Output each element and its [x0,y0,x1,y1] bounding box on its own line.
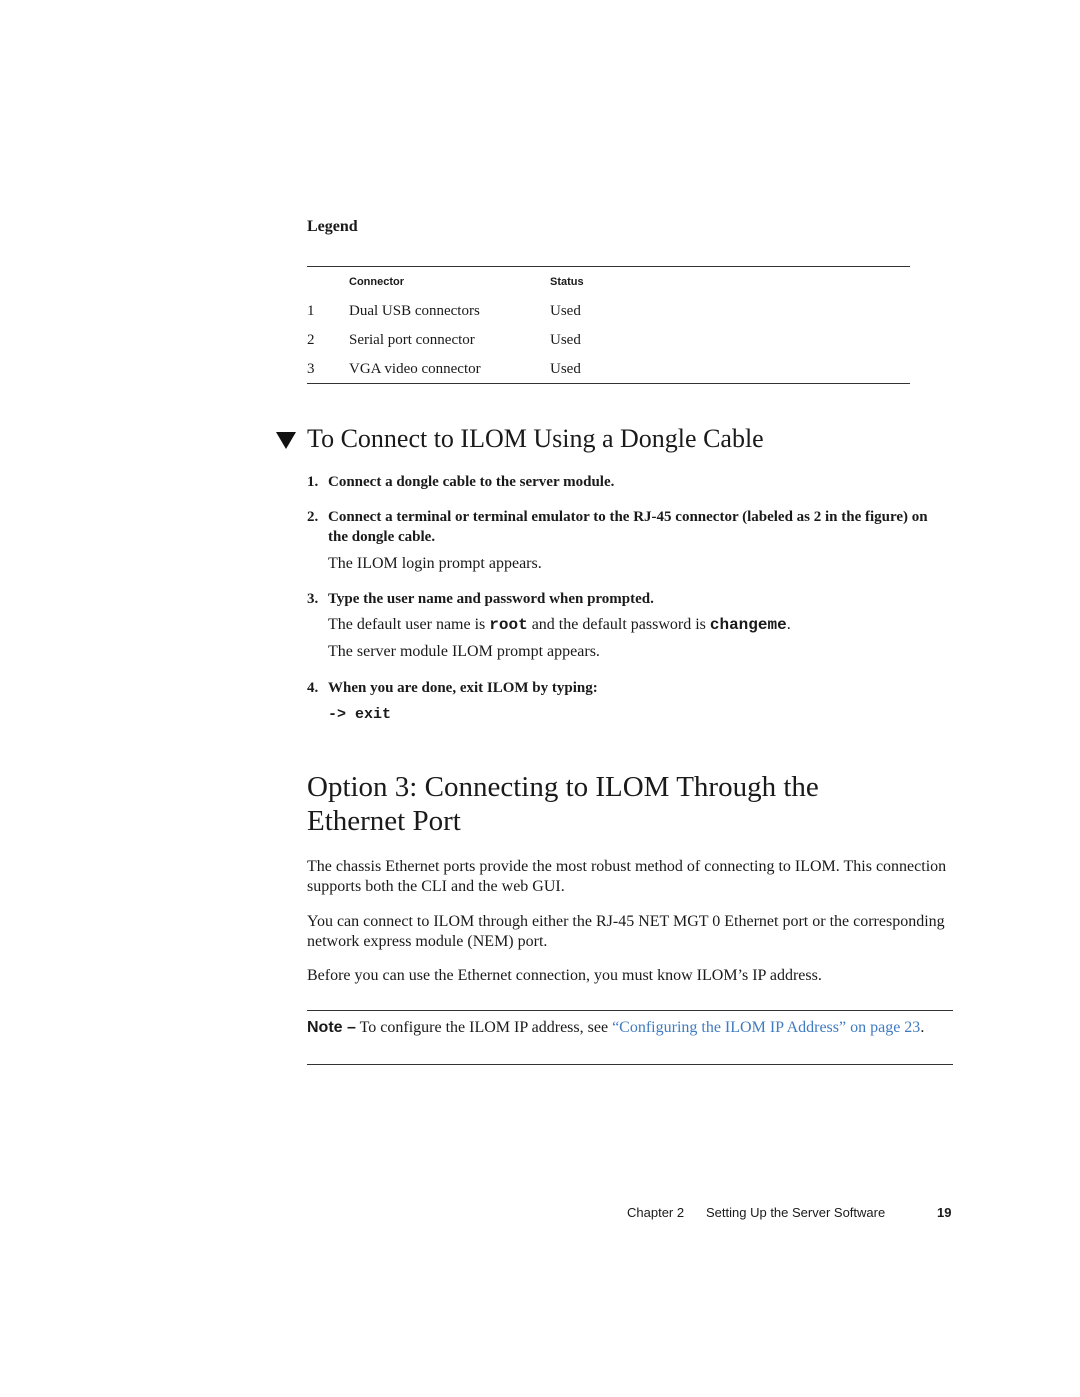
step-text: Connect a dongle cable to the server mod… [328,474,615,490]
step-1: 1. Connect a dongle cable to the server … [307,472,957,492]
column-header-connector: Connector [349,276,404,288]
note: Note – To configure the ILOM IP address,… [307,1017,957,1038]
triangle-down-icon [276,432,296,449]
step-number: 4. [307,680,319,696]
column-header-status: Status [550,276,584,288]
section-title: Option 3: Connecting to ILOM Through the… [307,770,987,838]
cross-reference-link[interactable]: “Configuring the ILOM IP Address” on pag… [612,1019,920,1036]
note-bottom-rule [307,1064,953,1065]
footer-chapter-title: Setting Up the Server Software [706,1205,886,1220]
section-title-line: Option 3: Connecting to ILOM Through the [307,771,819,803]
step-number: 2. [307,509,319,525]
step-number: 3. [307,591,319,607]
page-number: 19 [937,1205,952,1220]
default-username: root [489,616,528,634]
detail-text: . [786,616,791,633]
paragraph: Before you can use the Ethernet connecti… [307,967,822,984]
row-connector: Dual USB connectors [349,303,480,319]
note-label: Note – [307,1019,356,1036]
table-top-rule [307,266,910,267]
step-2-result: The ILOM login prompt appears. [328,555,542,572]
detail-text: The default user name is [328,616,490,633]
footer-chapter: Chapter 2 [627,1205,685,1220]
procedure-title: To Connect to ILOM Using a Dongle Cable [307,424,764,453]
row-number: 1 [307,303,315,319]
step-3: 3. Type the user name and password when … [307,589,957,609]
table-bottom-rule [307,383,910,384]
exit-command: -> exit [328,706,392,723]
row-connector: VGA video connector [349,361,481,377]
step-text: Connect a terminal or terminal emulator … [328,509,928,545]
step-text: Type the user name and password when pro… [328,591,654,607]
note-top-rule [307,1010,953,1011]
paragraph: The chassis Ethernet ports provide the m… [307,858,947,895]
step-3-result: The server module ILOM prompt appears. [328,643,600,660]
detail-text: and the default password is [527,616,710,633]
row-number: 3 [307,361,315,377]
step-number: 1. [307,474,319,490]
row-connector: Serial port connector [349,332,475,348]
paragraph: You can connect to ILOM through either t… [307,913,945,950]
note-end: . [920,1019,925,1036]
step-2: 2. Connect a terminal or terminal emulat… [307,507,947,547]
row-status: Used [550,361,581,377]
row-status: Used [550,332,581,348]
step-3-detail: The default user name is root and the de… [328,615,791,635]
step-4: 4. When you are done, exit ILOM by typin… [307,678,957,698]
row-status: Used [550,303,581,319]
row-number: 2 [307,332,315,348]
legend-title: Legend [307,218,358,235]
section-title-line: Ethernet Port [307,805,461,837]
default-password: changeme [709,616,787,634]
step-text: When you are done, exit ILOM by typing: [328,680,598,696]
note-text: To configure the ILOM IP address, see [355,1019,613,1036]
